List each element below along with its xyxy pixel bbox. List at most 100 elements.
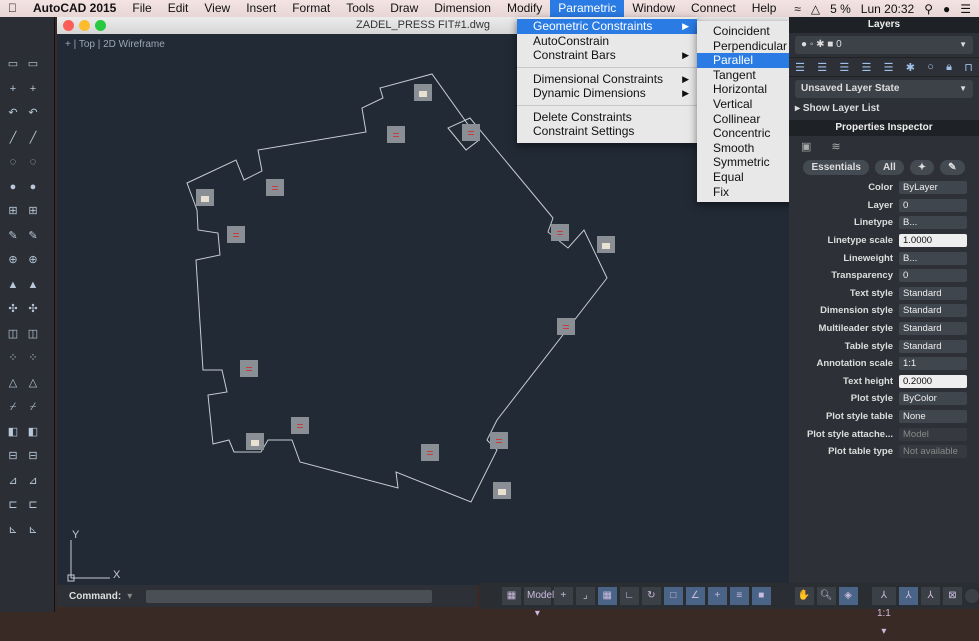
tool-icon[interactable]: ╱ [25,131,41,145]
equal-constraint-marker[interactable]: = [462,124,480,141]
property-value[interactable]: Standard [899,322,967,336]
notification-center-icon[interactable]: ☰ [960,2,971,16]
property-value[interactable]: B... [899,251,967,265]
tool-icon[interactable]: ⊟ [25,449,41,463]
fix-constraint-marker[interactable] [597,236,615,253]
tool-icon[interactable]: ◫ [25,327,41,341]
menu-item-autoconstrain[interactable]: AutoConstrain [517,34,697,49]
tool-icon[interactable]: ⊕ [5,253,21,267]
layer-unlock-icon[interactable]: ⊓ [964,61,973,74]
submenu-item-coincident[interactable]: Coincident [697,24,797,39]
menu-item-delete-constraints[interactable]: Delete Constraints [517,110,697,125]
submenu-item-smooth[interactable]: Smooth [697,141,797,156]
layer-previous-icon[interactable]: ☰ [839,61,849,74]
layer-off-icon[interactable]: ○ [927,61,934,73]
equal-constraint-marker[interactable]: = [421,444,439,461]
tool-icon[interactable]: ● [25,180,41,194]
tool-icon[interactable]: ⊏ [25,498,41,512]
spotlight-icon[interactable]: ⚲ [924,2,933,16]
annotation-scale-button[interactable]: ⅄ 1:1 ▾ [871,587,896,637]
annotation-visibility-icon[interactable]: ⅄ [899,587,918,605]
tool-icon[interactable]: ↶ [5,106,21,120]
property-value[interactable]: ByLayer [899,181,967,195]
property-value[interactable]: 1.0000 [899,234,967,248]
pan-icon[interactable]: ✋ [794,587,814,605]
tool-icon[interactable]: ✎ [25,229,41,243]
tool-icon[interactable]: ▭ [5,57,21,71]
equal-constraint-marker[interactable]: = [291,417,309,434]
tool-icon[interactable]: ◧ [25,425,41,439]
osnap-icon[interactable]: □ [663,587,683,605]
model-space-button[interactable]: Model ▾ [524,587,554,619]
minimize-window-button[interactable] [79,20,90,31]
apple-icon[interactable]:  [0,0,25,17]
polar-icon[interactable]: ↻ [641,587,661,605]
tool-icon[interactable]: ✎ [5,229,21,243]
layer-match-icon[interactable]: ☰ [817,61,827,74]
submenu-item-perpendicular[interactable]: Perpendicular [697,39,797,54]
equal-constraint-marker[interactable]: = [387,126,405,143]
tool-icon[interactable]: ⁘ [5,351,21,365]
equal-constraint-marker[interactable]: = [266,179,284,196]
equal-constraint-marker[interactable]: = [240,360,258,377]
menu-parametric[interactable]: Parametric [550,0,625,17]
tool-icon[interactable]: ⌿ [25,400,41,414]
tool-icon[interactable]: ⊞ [5,204,21,218]
quick-select-icon[interactable]: ✦ [909,160,935,175]
menu-draw[interactable]: Draw [382,0,426,17]
property-value[interactable]: 0 [899,269,967,283]
equal-constraint-marker[interactable]: = [557,318,575,335]
auto-scale-icon[interactable]: ⅄ [921,587,940,605]
property-value[interactable]: Standard [899,339,967,353]
lineweight-icon[interactable]: ≡ [729,587,749,605]
submenu-item-vertical[interactable]: Vertical [697,97,797,112]
tool-icon[interactable]: ↶ [25,106,41,120]
zoom-window-button[interactable] [95,20,106,31]
menu-dimension[interactable]: Dimension [426,0,499,17]
submenu-item-parallel[interactable]: Parallel [697,53,797,68]
transparency-icon[interactable]: ■ [751,587,771,605]
properties-tab-icon[interactable]: ▣ [801,140,811,153]
tool-icon[interactable]: ▭ [25,57,41,71]
wifi-icon[interactable]: ≈ [794,2,801,16]
property-value[interactable]: Standard [899,286,967,300]
tool-icon[interactable]: △ [25,376,41,390]
fix-constraint-marker[interactable] [493,482,511,499]
tool-icon[interactable]: ◫ [5,327,21,341]
tool-icon[interactable]: ⊾ [25,523,41,537]
tool-icon[interactable]: + [25,82,41,96]
equal-constraint-marker[interactable]: = [227,226,245,243]
submenu-item-collinear[interactable]: Collinear [697,112,797,127]
battery-status[interactable]: 5 % [830,2,851,16]
menu-item-dimensional-constraints[interactable]: Dimensional Constraints ▶ [517,72,697,87]
app-menu[interactable]: AutoCAD 2015 [25,0,124,17]
clock[interactable]: Lun 20:32 [861,2,914,16]
menu-view[interactable]: View [196,0,238,17]
menu-item-constraint-settings[interactable]: Constraint Settings [517,124,697,139]
tool-icon[interactable]: ⊏ [5,498,21,512]
menu-connect[interactable]: Connect [683,0,744,17]
command-input[interactable] [146,589,433,603]
ducs-icon[interactable]: + [707,587,727,605]
tool-icon[interactable]: ⌿ [5,400,21,414]
tool-icon[interactable]: ⁘ [25,351,41,365]
submenu-item-tangent[interactable]: Tangent [697,68,797,83]
tool-icon[interactable]: △ [5,376,21,390]
menu-file[interactable]: File [124,0,159,17]
close-window-button[interactable] [63,20,74,31]
airplay-icon[interactable]: △ [811,2,820,16]
property-value[interactable]: 0 [899,198,967,212]
property-value[interactable]: ByColor [899,392,967,406]
tool-icon[interactable]: ⊿ [25,474,41,488]
ortho-icon[interactable]: ∟ [619,587,639,605]
tool-icon[interactable]: ✣ [25,302,41,316]
submenu-item-symmetric[interactable]: Symmetric [697,155,797,170]
property-value[interactable]: None [899,410,967,424]
menu-help[interactable]: Help [744,0,785,17]
property-value[interactable]: B... [899,216,967,230]
pick-icon[interactable]: ✎ [940,160,965,175]
menu-edit[interactable]: Edit [160,0,197,17]
snap-icon[interactable]: + [553,587,573,605]
fix-constraint-marker[interactable] [196,189,214,206]
tab-all[interactable]: All [874,160,904,175]
